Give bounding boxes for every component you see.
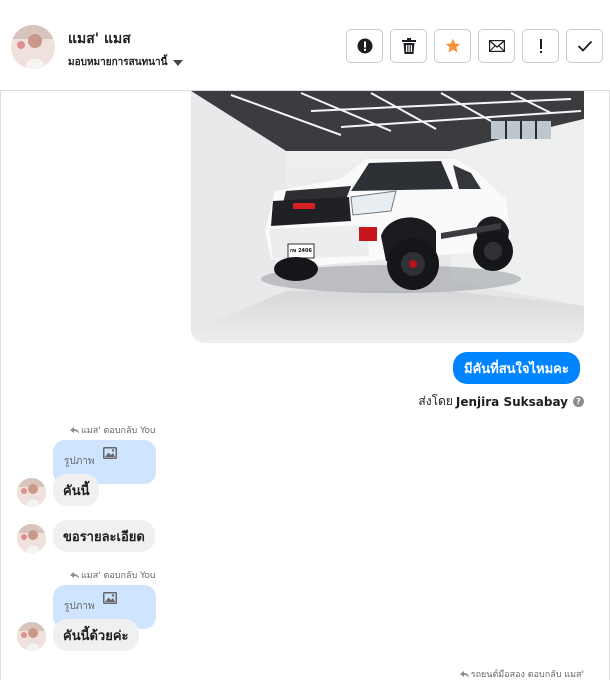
mail-icon [488, 40, 505, 52]
sent-by-prefix: ส่งโดย [418, 394, 453, 408]
trash-icon [401, 38, 416, 54]
sent-by-name[interactable]: Jenjira Suksabay [456, 395, 568, 409]
reply-indicator: แมส' ตอบกลับ You [70, 568, 156, 582]
quoted-photo-label: รูปภาพ [64, 601, 95, 612]
contact-name[interactable]: แมส' แมส [68, 28, 131, 50]
mark-unread-button[interactable] [478, 29, 515, 63]
star-icon [445, 38, 460, 53]
help-icon[interactable]: ? [573, 396, 584, 407]
image-icon [103, 592, 117, 604]
chevron-down-icon [173, 59, 184, 66]
image-icon [103, 447, 117, 459]
license-plate-text: กษ 2406 [290, 248, 312, 254]
incoming-message[interactable]: คันนี้ด้วยค่ะ [53, 619, 139, 651]
follow-up-button[interactable] [522, 29, 559, 63]
exclamation-icon [539, 39, 542, 53]
star-button[interactable] [434, 29, 471, 63]
mark-spam-button[interactable] [346, 29, 383, 63]
sent-by-info: ส่งโดย Jenjira Suksabay ? [418, 392, 584, 411]
alert-circle-icon [357, 38, 372, 54]
sender-avatar[interactable] [17, 478, 46, 507]
header-toolbar [346, 29, 603, 63]
reply-arrow-icon [459, 670, 469, 678]
reply-indicator: รถยนต์มือสอง ตอบกลับ แมส' [459, 667, 584, 680]
assign-label: มอบหมายการสนทนานี้ [68, 57, 168, 68]
check-icon [577, 40, 592, 52]
incoming-message[interactable]: คันนี้ [53, 474, 100, 506]
incoming-message[interactable]: ขอรายละเอียด [53, 520, 155, 552]
sender-avatar[interactable] [17, 524, 46, 553]
reply-indicator-text: รถยนต์มือสอง ตอบกลับ แมส' [470, 670, 584, 680]
conversation-header: แมส' แมส มอบหมายการสนทนานี้ [0, 0, 610, 91]
shared-car-photo[interactable]: กษ 2406 [191, 91, 584, 343]
outgoing-message[interactable]: มีคันที่สนใจไหมคะ [453, 352, 580, 384]
mark-done-button[interactable] [566, 29, 603, 63]
delete-button[interactable] [390, 29, 427, 63]
assign-conversation-dropdown[interactable]: มอบหมายการสนทนานี้ [68, 55, 184, 70]
sender-avatar[interactable] [17, 622, 46, 651]
quoted-photo-label: รูปภาพ [64, 456, 95, 467]
reply-arrow-icon [70, 426, 79, 434]
contact-avatar[interactable] [11, 25, 55, 69]
reply-indicator: แมส' ตอบกลับ You [70, 423, 156, 437]
reply-arrow-icon [70, 571, 79, 579]
reply-indicator-text: แมส' ตอบกลับ You [81, 426, 156, 436]
reply-indicator-text: แมส' ตอบกลับ You [81, 571, 156, 581]
